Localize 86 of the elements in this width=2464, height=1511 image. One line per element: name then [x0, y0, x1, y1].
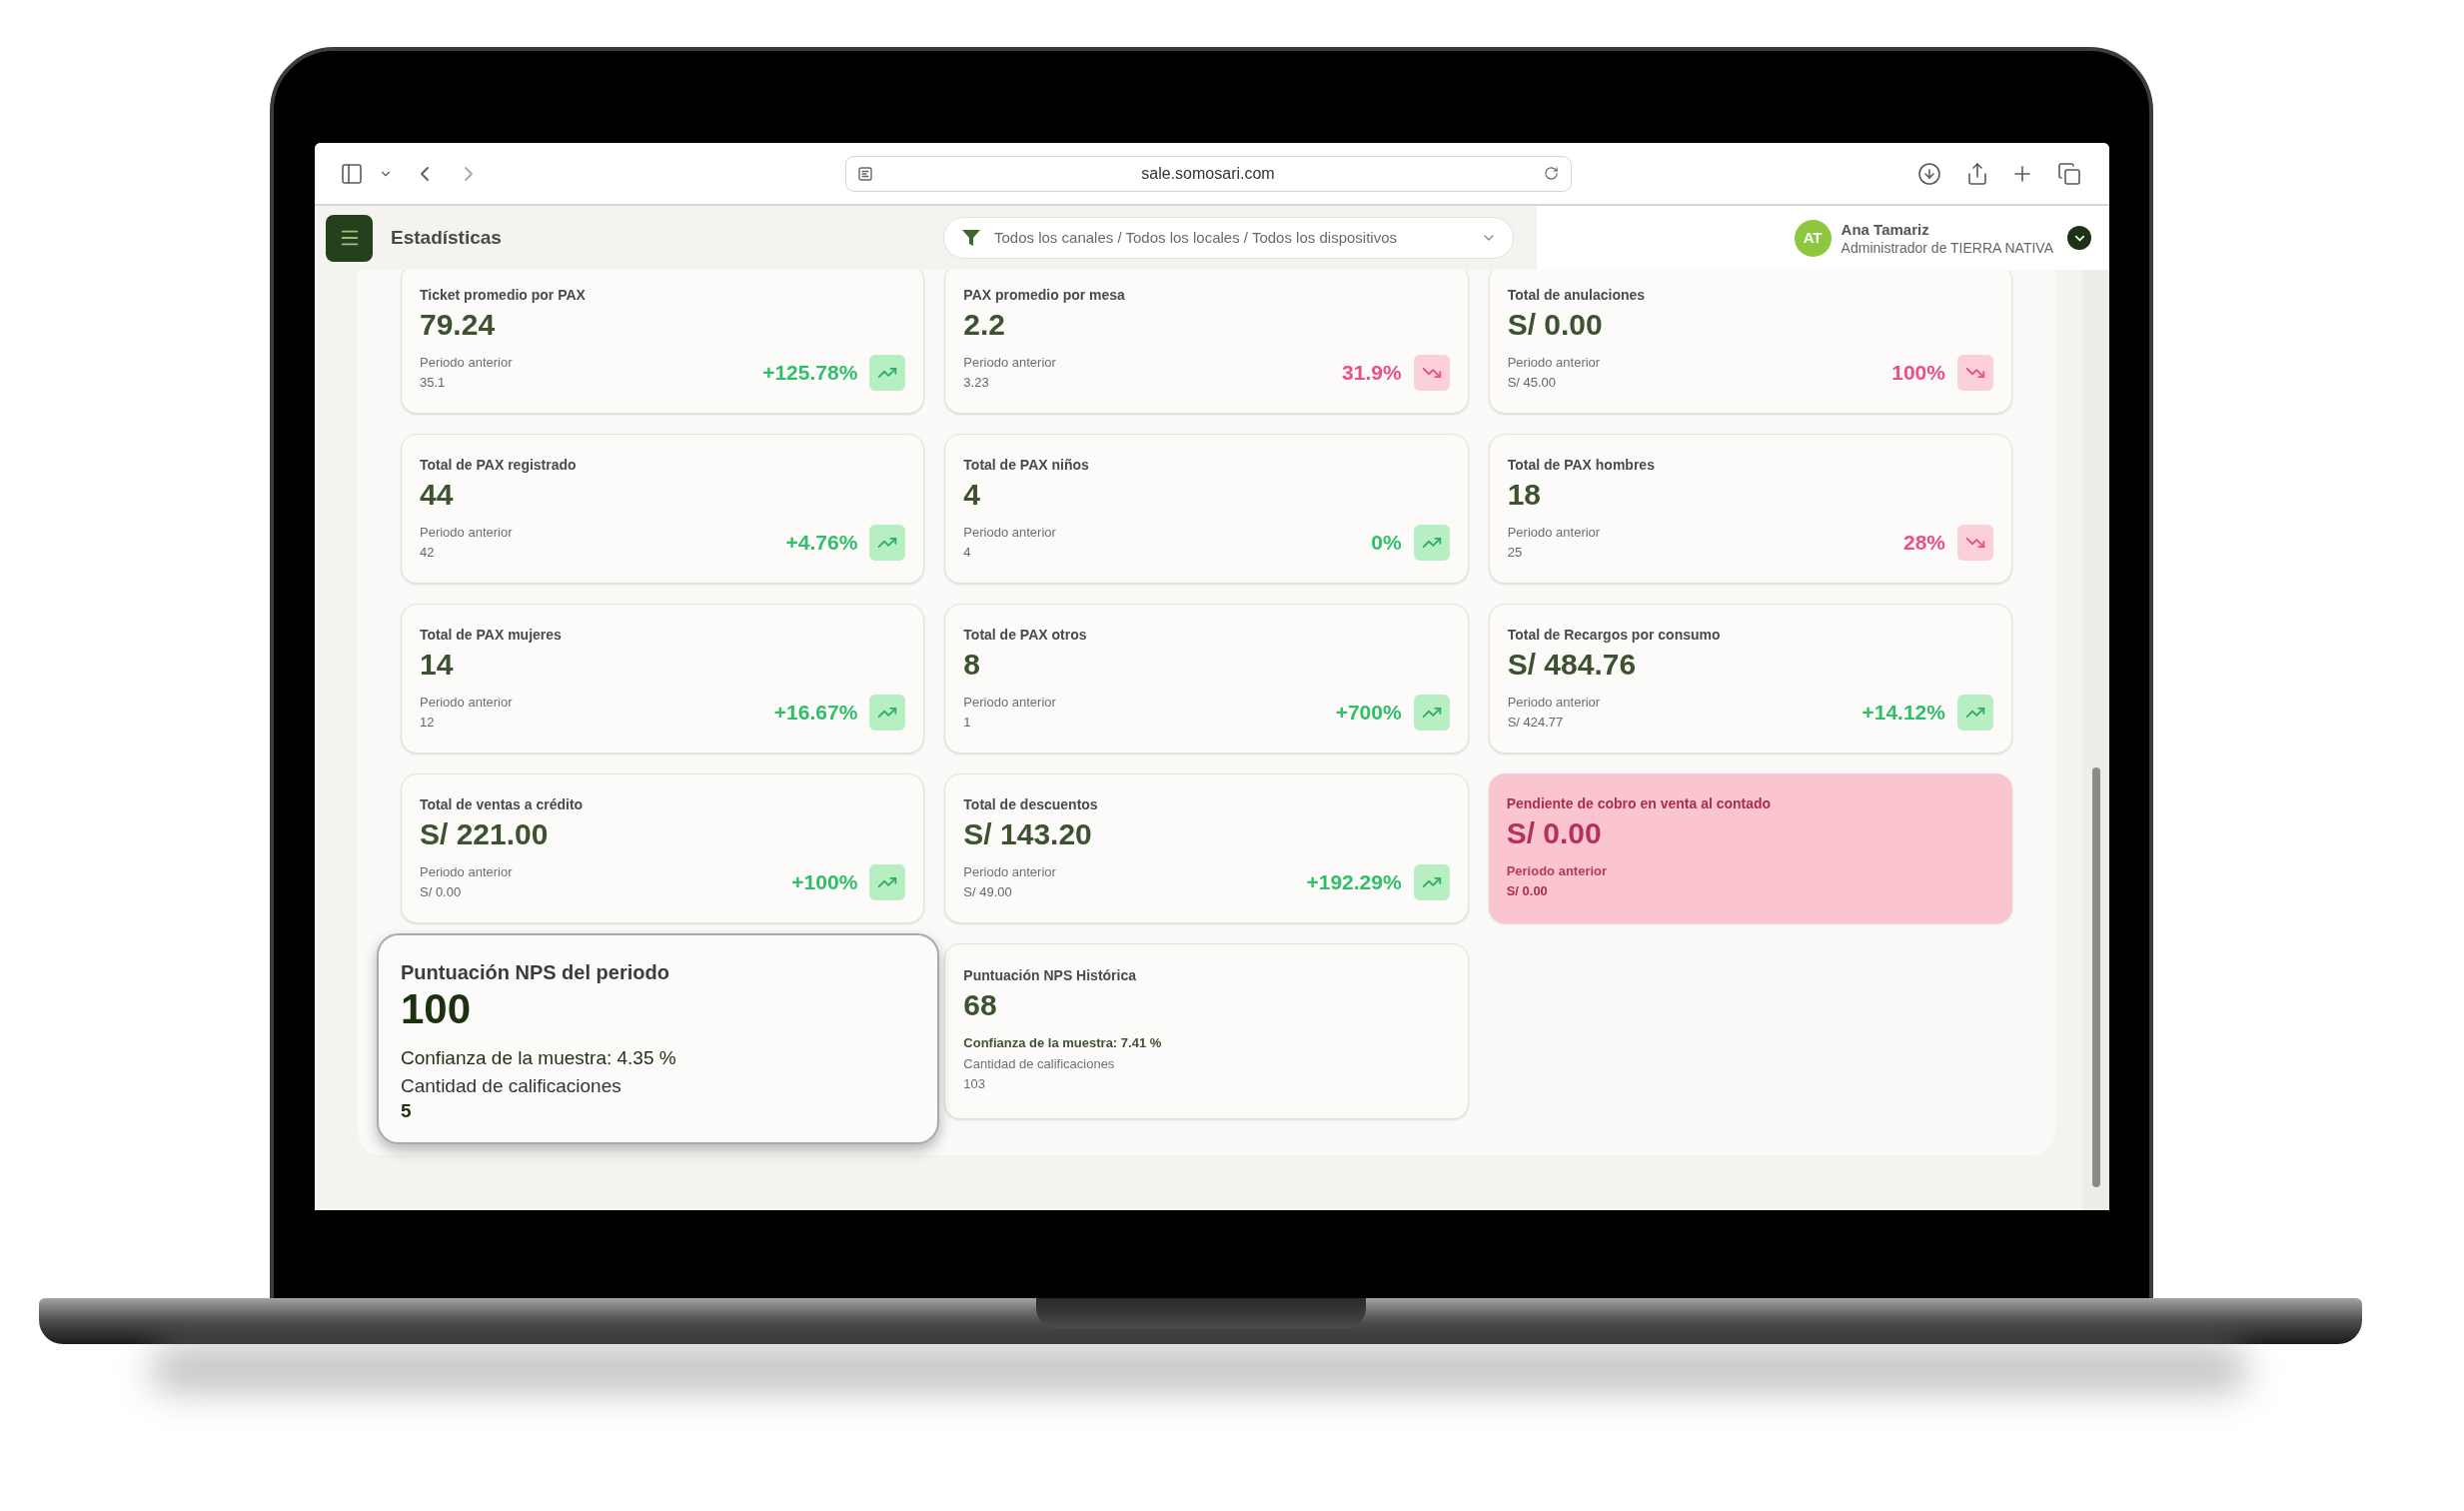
- user-role: Administrador de TIERRA NATIVA: [1841, 238, 2053, 257]
- previous-period-value: S/ 424.77: [1507, 715, 1564, 731]
- sample-confidence: Confianza de la muestra: 7.41 %: [963, 1034, 1162, 1052]
- card-value: S/ 221.00: [420, 819, 549, 849]
- change-percentage: 100%: [1891, 360, 1945, 387]
- card-value: 79.24: [420, 310, 496, 340]
- change-percentage: 0%: [1371, 530, 1402, 557]
- user-menu[interactable]: AT Ana Tamariz Administrador de TIERRA NATIVA: [1537, 206, 2109, 270]
- card-value: 44: [420, 480, 454, 510]
- change-percentage: +14.12%: [1861, 700, 1945, 727]
- sidebar-icon[interactable]: [340, 161, 364, 186]
- previous-period-label: Periodo anterior: [1507, 695, 1601, 711]
- card-value: 14: [420, 650, 454, 680]
- card-value: 68: [963, 990, 997, 1020]
- change-percentage: +100%: [791, 869, 858, 896]
- previous-period-label: Periodo anterior: [1507, 525, 1601, 541]
- previous-period-label: Periodo anterior: [963, 355, 1056, 371]
- ratings-count: 103: [963, 1075, 986, 1093]
- page-lines-icon[interactable]: [858, 166, 872, 181]
- card-label: Total de ventas a crédito: [420, 795, 584, 813]
- url-text: sale.somosari.com: [1140, 163, 1276, 184]
- card-label: Total de PAX registrado: [420, 456, 577, 474]
- card-value: S/ 0.00: [1507, 310, 1603, 340]
- ratings-count-label: Cantidad de calificaciones: [963, 1055, 1115, 1073]
- page-title: Estadísticas: [391, 225, 502, 250]
- share-icon[interactable]: [1965, 161, 1989, 186]
- card-label: Total de PAX hombres: [1507, 456, 1655, 474]
- previous-period-value: 35.1: [420, 375, 446, 391]
- previous-period-value: 3.23: [963, 375, 989, 391]
- previous-period-value: 42: [420, 545, 435, 561]
- previous-period-value: 25: [1507, 545, 1523, 561]
- previous-period-label: Periodo anterior: [420, 864, 513, 880]
- two-squares-icon[interactable]: [2057, 161, 2081, 186]
- card-label: Total de descuentos: [963, 795, 1098, 813]
- card-value: 4: [963, 480, 980, 510]
- change-percentage: +4.76%: [785, 530, 858, 557]
- previous-period-label: Periodo anterior: [420, 355, 513, 371]
- sample-confidence: Confianza de la muestra: 4.35 %: [401, 1046, 676, 1070]
- change-percentage: +16.67%: [773, 700, 858, 727]
- card-value: 8: [963, 650, 980, 680]
- address-bar[interactable]: sale.somosari.com: [845, 155, 1572, 192]
- chevron-down-icon[interactable]: [2067, 226, 2091, 250]
- previous-period-label: Periodo anterior: [963, 525, 1056, 541]
- card-label: Pendiente de cobro en venta al contado: [1506, 794, 1772, 812]
- ratings-count-label: Cantidad de calificaciones: [401, 1074, 621, 1098]
- card-label: PAX promedio por mesa: [963, 286, 1125, 304]
- change-percentage: 31.9%: [1342, 360, 1402, 387]
- previous-period-value: 1: [963, 715, 971, 731]
- previous-period-label: Periodo anterior: [963, 695, 1056, 711]
- previous-period-label: Periodo anterior: [1506, 863, 1608, 879]
- previous-period-value: S/ 49.00: [963, 884, 1012, 900]
- previous-period-value: S/ 0.00: [1506, 883, 1548, 899]
- previous-period-value: 4: [963, 545, 971, 561]
- card-label: Total de PAX mujeres: [420, 626, 562, 644]
- scrollbar-thumb[interactable]: [2091, 767, 2100, 1187]
- card-label: Puntuación NPS del periodo: [401, 960, 669, 985]
- card-label: Total de Recargos por consumo: [1507, 626, 1721, 644]
- previous-period-label: Periodo anterior: [963, 864, 1056, 880]
- change-percentage: +125.78%: [762, 360, 858, 387]
- filter-dropdown[interactable]: Todos los canales / Todos los locales / Todos los dispositivos: [943, 217, 1514, 259]
- download-icon[interactable]: [1917, 161, 1941, 186]
- previous-period-label: Periodo anterior: [420, 525, 513, 541]
- previous-period-value: S/ 45.00: [1507, 375, 1557, 391]
- previous-period-label: Periodo anterior: [420, 695, 513, 711]
- filter-icon: [962, 230, 980, 246]
- card-label: Total de PAX otros: [963, 626, 1087, 644]
- menu-button[interactable]: [326, 214, 373, 262]
- card-value: 100: [401, 987, 472, 1031]
- card-label: Ticket promedio por PAX: [420, 286, 586, 304]
- card-value: 18: [1507, 480, 1542, 510]
- card-value: S/ 143.20: [963, 819, 1092, 849]
- reload-icon[interactable]: [1544, 166, 1559, 181]
- previous-period-value: 12: [420, 715, 435, 731]
- ratings-count: 5: [401, 1099, 412, 1123]
- card-value: 2.2: [963, 310, 1006, 340]
- user-name: Ana Tamariz: [1841, 219, 1930, 239]
- change-percentage: +192.29%: [1306, 869, 1402, 896]
- card-label: Total de anulaciones: [1507, 286, 1646, 304]
- card-label: Puntuación NPS Histórica: [963, 966, 1137, 984]
- card-value: S/ 0.00: [1506, 818, 1602, 848]
- card-label: Total de PAX niños: [963, 456, 1089, 474]
- change-percentage: 28%: [1902, 530, 1945, 557]
- previous-period-label: Periodo anterior: [1507, 355, 1601, 371]
- change-percentage: +700%: [1335, 700, 1402, 727]
- previous-period-value: S/ 0.00: [420, 884, 462, 900]
- card-value: S/ 484.76: [1507, 650, 1637, 680]
